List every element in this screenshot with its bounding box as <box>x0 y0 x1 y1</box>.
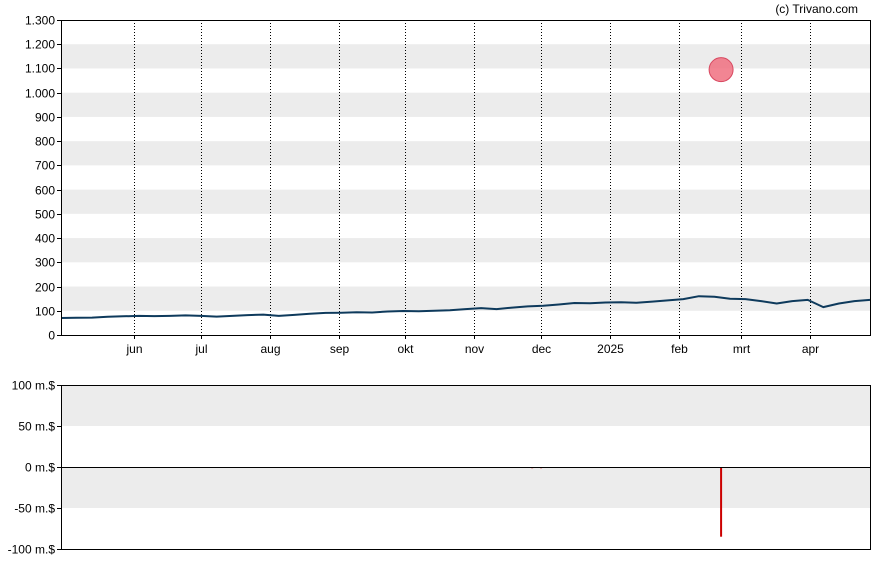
x-tick-label: apr <box>802 342 819 356</box>
y-tick-label: -100 m.$ <box>8 543 56 557</box>
y-tick-label: 1.300 <box>25 14 55 28</box>
x-tick-label: 2025 <box>597 342 624 356</box>
y-tick-label: 100 <box>35 305 55 319</box>
x-tick-label: feb <box>671 342 688 356</box>
x-tick-label: jun <box>125 342 142 356</box>
x-tick-label: sep <box>330 342 350 356</box>
y-tick-label: 0 m.$ <box>25 461 55 475</box>
x-tick-label: mrt <box>733 342 751 356</box>
stock-chart: 0 100 200 300 400 500 600 700 800 900 1.000 1.100 1.… <box>8 2 871 557</box>
x-tick-label: aug <box>260 342 280 356</box>
price-panel-annotations <box>708 57 734 83</box>
y-tick-label: 1.200 <box>25 38 55 52</box>
y-tick-label: 400 <box>35 232 55 246</box>
grid-band <box>61 238 870 263</box>
grid-band <box>61 92 870 117</box>
chart-credit: (c) Trivano.com <box>775 2 858 16</box>
y-tick-label: 900 <box>35 111 55 125</box>
y-tick-label: 100 m.$ <box>12 379 56 393</box>
y-tick-label: 50 m.$ <box>18 420 55 434</box>
y-tick-label: 1.000 <box>25 87 55 101</box>
y-tick-label: 1.100 <box>25 62 55 76</box>
grid-band <box>61 44 870 69</box>
y-tick-label: 700 <box>35 159 55 173</box>
x-tick-label: nov <box>465 342 484 356</box>
x-tick-label: jul <box>194 342 207 356</box>
grid-band <box>61 467 870 508</box>
y-tick-label: 500 <box>35 208 55 222</box>
volume-bar <box>720 467 723 537</box>
grid-band <box>61 385 870 426</box>
volume-panel-bands <box>61 385 870 508</box>
event-marker <box>708 57 734 83</box>
y-tick-label: 600 <box>35 184 55 198</box>
price-panel-x-ticks: jun jul aug sep okt nov dec 2025 feb mrt apr <box>125 335 819 356</box>
y-tick-label: 800 <box>35 135 55 149</box>
x-tick-label: dec <box>532 342 551 356</box>
price-panel-bands <box>61 44 870 311</box>
x-tick-label: okt <box>397 342 414 356</box>
y-tick-label: 200 <box>35 281 55 295</box>
price-panel-y-ticks: 0 100 200 300 400 500 600 700 800 900 1.000 1.100 1.… <box>25 14 61 343</box>
y-tick-label: -50 m.$ <box>14 502 55 516</box>
volume-panel-y-ticks: 100 m.$ 50 m.$ 0 m.$ -50 m.$ -100 m.$ <box>8 379 61 557</box>
y-tick-label: 0 <box>48 329 55 343</box>
grid-band <box>61 189 870 214</box>
grid-band <box>61 141 870 166</box>
y-tick-label: 300 <box>35 256 55 270</box>
